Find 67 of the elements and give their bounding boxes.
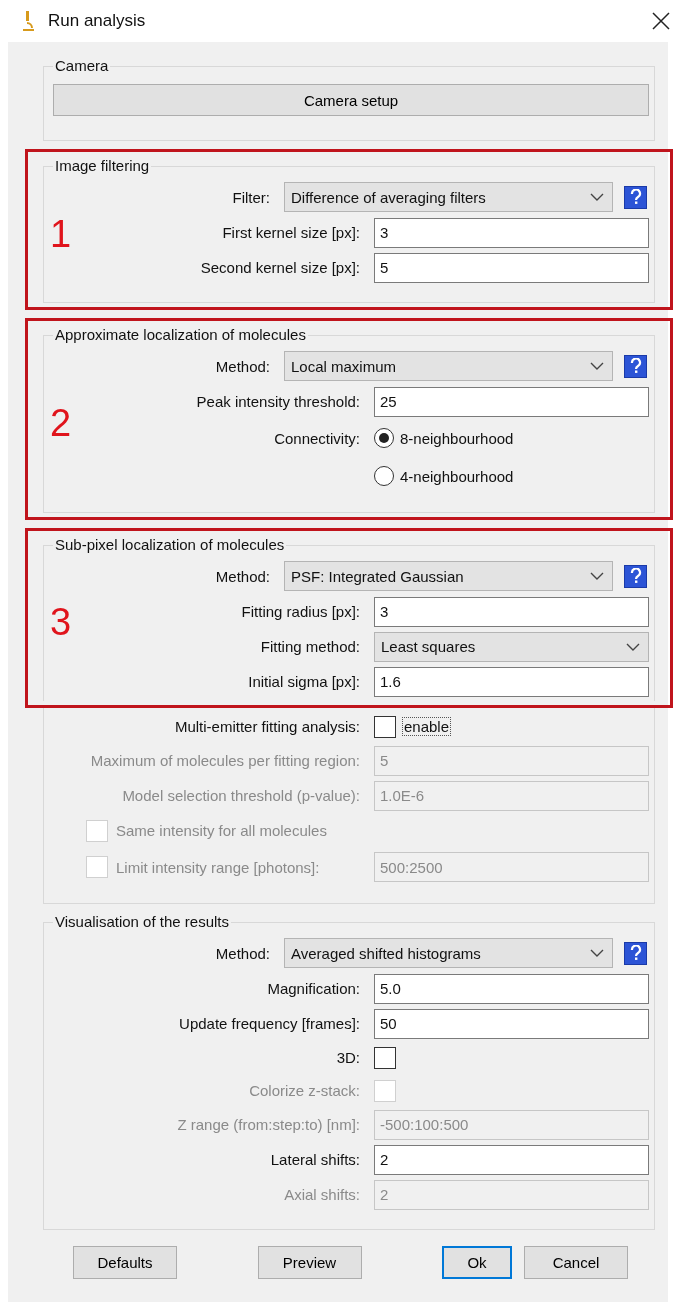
dialog-button[interactable]: Cancel [524,1246,628,1279]
field-label: Lateral shifts: [270,1151,360,1168]
checkbox[interactable] [374,1046,396,1069]
field-label: Initial sigma [px]: [248,673,360,690]
step-number: 2 [50,403,72,442]
input-field[interactable]: 50 [374,1008,649,1039]
radio-button[interactable] [374,466,394,486]
field-label: Method: [215,567,270,585]
step-number: 1 [50,214,72,253]
caret-icon [590,193,604,201]
field-label: Second kernel size [px]: [200,259,360,276]
caret-icon [590,572,604,580]
checkbox-label: enable [402,717,452,736]
dropdown[interactable]: Difference of averaging filters [284,182,613,212]
field-label: Maximum of molecules per fitting region: [90,752,360,769]
caret-icon [590,362,604,370]
group-title: Sub-pixel localization of molecules [53,536,287,553]
field-label: Axial shifts: [284,1186,360,1203]
help-icon[interactable] [624,564,647,588]
dialog-button[interactable]: Ok [442,1246,512,1279]
dialog-button[interactable]: Preview [257,1246,362,1279]
field-label: Model selection threshold (p-value): [122,787,360,804]
input-field[interactable]: 25 [374,386,649,417]
radio-label: 8-neighbourhood [400,429,514,447]
help-icon[interactable] [624,354,647,378]
window-title: Run analysis [48,11,147,31]
checkbox[interactable] [374,715,396,738]
field-label: Method: [215,357,270,375]
checkbox-label: Same intensity for all molecules [116,822,328,839]
field-label: Method: [215,944,270,962]
field-label: Fitting method: [260,638,360,655]
camera-setup-button[interactable]: Camera setup [53,84,649,116]
field-label: Magnification: [267,980,360,997]
close-icon[interactable] [652,12,670,30]
dialog-button[interactable]: Defaults [73,1246,177,1279]
dropdown[interactable]: PSF: Integrated Gaussian [284,561,613,591]
checkbox-label: Limit intensity range [photons]: [116,858,321,876]
field-label: Fitting radius [px]: [241,603,360,620]
input-field[interactable]: 3 [374,596,649,627]
input-field[interactable]: 1.6 [374,666,649,697]
field-label: First kernel size [px]: [222,224,360,241]
dropdown[interactable]: Least squares [374,631,649,662]
field-label: Colorize z-stack: [249,1082,360,1099]
group-title: Image filtering [53,157,152,174]
caret-icon [590,949,604,957]
field-label: Multi-emitter fitting analysis: [174,718,360,735]
radio-button[interactable] [374,428,394,448]
input-field[interactable]: 5 [374,252,649,283]
help-icon[interactable] [624,941,647,965]
step-number: 3 [50,602,72,641]
group-title: Visualisation of the results [53,913,231,930]
dropdown[interactable]: Local maximum [284,351,613,381]
help-icon[interactable] [624,185,647,209]
field-label: Update frequency [frames]: [179,1015,360,1032]
field-label: Filter: [232,188,270,206]
microscope-icon [20,10,36,32]
field-label: Z range (from:step:to) [nm]: [177,1116,360,1133]
field-label: 3D: [336,1049,360,1066]
input-field[interactable]: 3 [374,217,649,248]
radio-label: 4-neighbourhood [400,467,514,485]
input-field[interactable]: 2 [374,1144,649,1175]
field-label: Connectivity: [274,429,360,447]
caret-icon [626,642,640,651]
field-label: Peak intensity threshold: [196,393,360,410]
input-field[interactable]: 5.0 [374,973,649,1004]
dropdown[interactable]: Averaged shifted histograms [284,938,613,968]
group-title: Approximate localization of molecules [53,326,308,343]
